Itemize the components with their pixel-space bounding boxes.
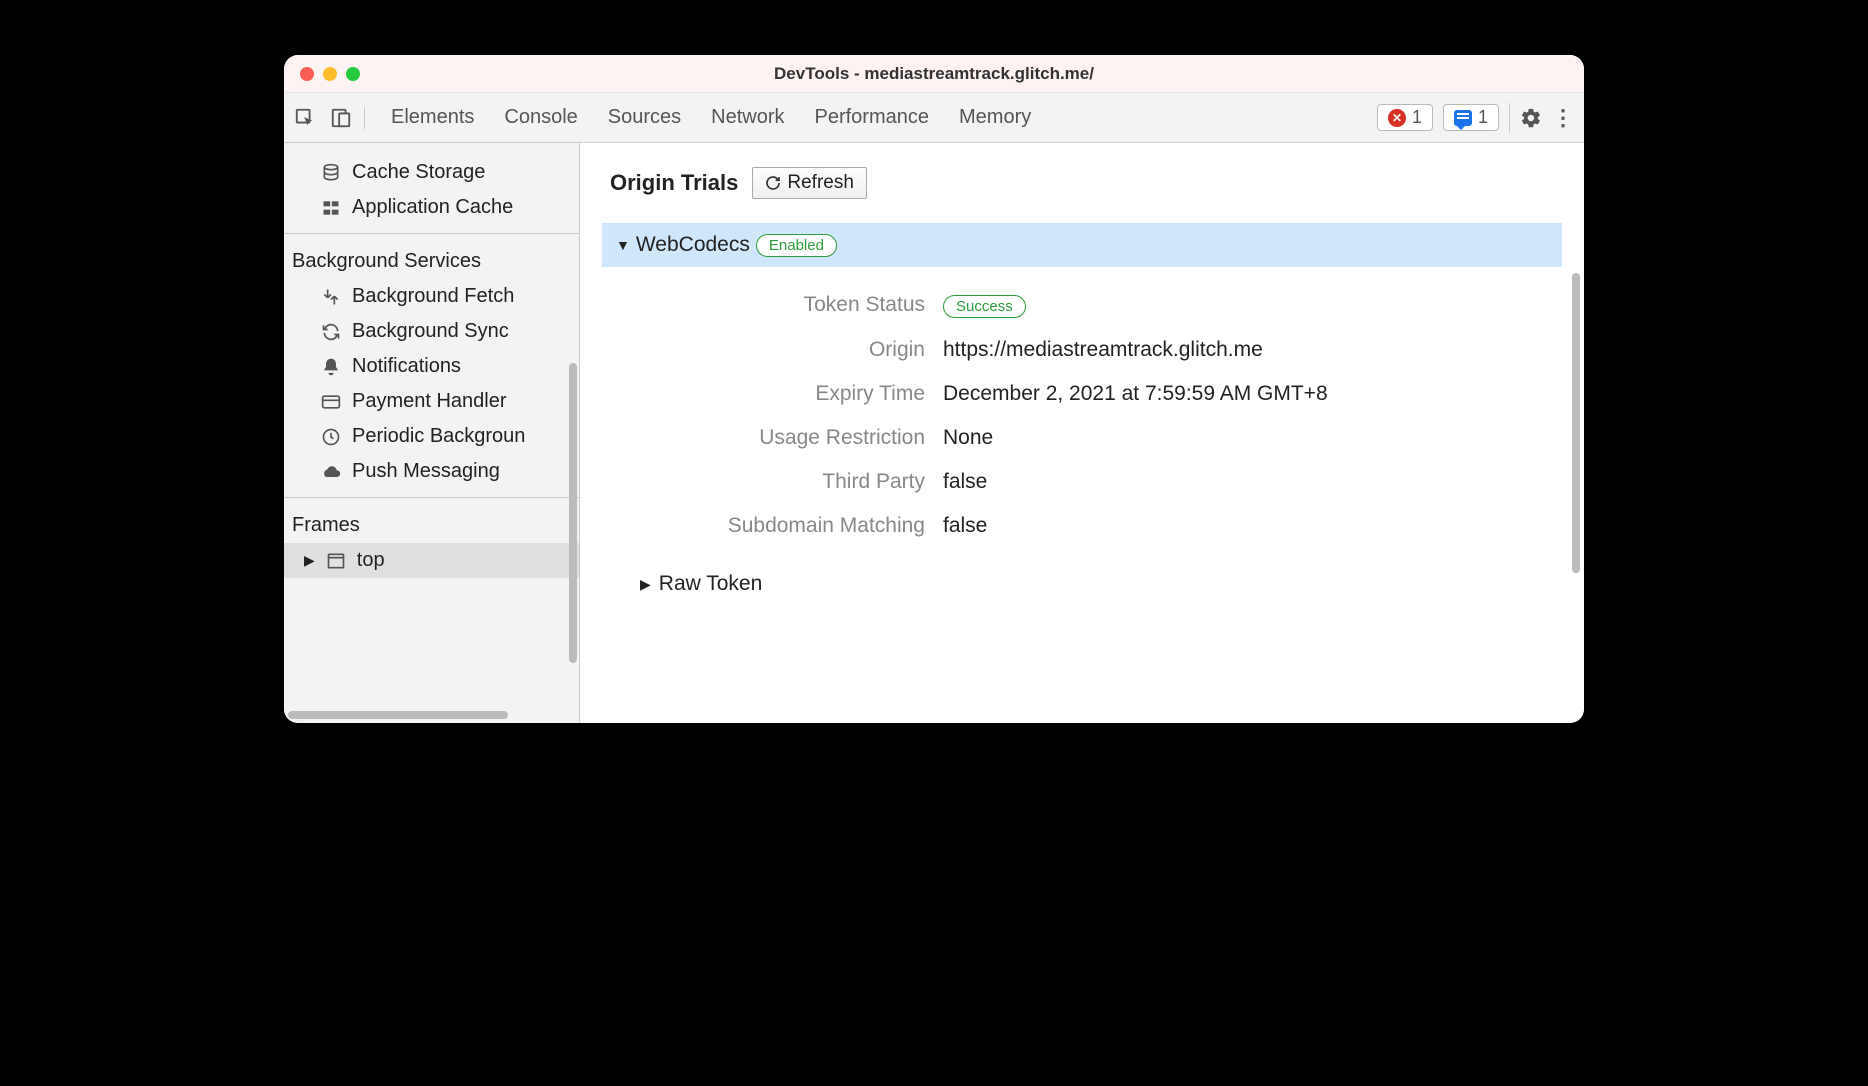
frame-label: top — [357, 549, 385, 572]
toolbar: Elements Console Sources Network Perform… — [284, 93, 1584, 143]
clock-icon — [320, 426, 342, 448]
device-toolbar-icon[interactable] — [330, 107, 352, 129]
application-sidebar: Cache Storage Application Cache Backgrou… — [284, 143, 580, 723]
value-third-party: false — [943, 470, 1554, 494]
label-origin: Origin — [640, 338, 925, 362]
tab-memory[interactable]: Memory — [959, 106, 1031, 129]
issue-count: 1 — [1478, 107, 1488, 128]
main-panel: Origin Trials Refresh ▼ WebCodecs Enable… — [580, 143, 1584, 723]
sidebar-label: Payment Handler — [352, 390, 507, 413]
tab-console[interactable]: Console — [504, 106, 577, 129]
sidebar-label: Notifications — [352, 355, 461, 378]
sidebar-scrollbar-vertical[interactable] — [569, 363, 577, 663]
sidebar-label: Cache Storage — [352, 161, 485, 184]
chevron-down-icon: ▼ — [616, 237, 630, 253]
trial-details-grid: Token Status Success Origin https://medi… — [610, 267, 1554, 564]
error-counter[interactable]: ✕ 1 — [1377, 104, 1433, 131]
chevron-right-icon: ▶ — [304, 552, 315, 569]
tab-sources[interactable]: Sources — [608, 106, 681, 129]
grid-icon — [320, 197, 342, 219]
titlebar: DevTools - mediastreamtrack.glitch.me/ — [284, 55, 1584, 93]
tab-elements[interactable]: Elements — [391, 106, 474, 129]
panel-tabs: Elements Console Sources Network Perform… — [375, 106, 1031, 129]
label-token-status: Token Status — [640, 293, 925, 318]
bell-icon — [320, 356, 342, 378]
success-badge: Success — [943, 295, 1026, 318]
label-third-party: Third Party — [640, 470, 925, 494]
inspect-element-icon[interactable] — [294, 107, 316, 129]
sidebar-label: Background Fetch — [352, 285, 514, 308]
trial-name: WebCodecs — [636, 233, 750, 257]
value-usage-restriction: None — [943, 426, 1554, 450]
raw-token-row[interactable]: ▶ Raw Token — [610, 572, 1554, 596]
trial-row-webcodecs[interactable]: ▼ WebCodecs Enabled — [602, 223, 1562, 267]
value-expiry-time: December 2, 2021 at 7:59:59 AM GMT+8 — [943, 382, 1554, 406]
label-subdomain-matching: Subdomain Matching — [640, 514, 925, 538]
sidebar-label: Background Sync — [352, 320, 509, 343]
more-icon[interactable]: ⋮ — [1552, 107, 1574, 129]
maximize-window-button[interactable] — [346, 67, 360, 81]
chevron-right-icon: ▶ — [640, 576, 651, 593]
database-icon — [320, 162, 342, 184]
frames-heading: Frames — [284, 508, 579, 543]
sidebar-item-application-cache[interactable]: Application Cache — [284, 190, 579, 225]
separator — [1509, 103, 1510, 133]
settings-icon[interactable] — [1520, 107, 1542, 129]
sidebar-item-background-fetch[interactable]: Background Fetch — [284, 279, 579, 314]
sidebar-item-notifications[interactable]: Notifications — [284, 349, 579, 384]
tab-performance[interactable]: Performance — [815, 106, 930, 129]
bg-services-heading: Background Services — [284, 244, 579, 279]
issue-icon — [1454, 110, 1472, 126]
window-title: DevTools - mediastreamtrack.glitch.me/ — [774, 64, 1094, 84]
fetch-icon — [320, 286, 342, 308]
frame-item-top[interactable]: ▶ top — [284, 543, 579, 578]
sidebar-item-cache-storage[interactable]: Cache Storage — [284, 155, 579, 190]
card-icon — [320, 391, 342, 413]
sidebar-item-push-messaging[interactable]: Push Messaging — [284, 454, 579, 489]
refresh-button[interactable]: Refresh — [752, 167, 867, 199]
enabled-badge: Enabled — [756, 234, 837, 257]
sidebar-item-background-sync[interactable]: Background Sync — [284, 314, 579, 349]
error-count: 1 — [1412, 107, 1422, 128]
label-expiry-time: Expiry Time — [640, 382, 925, 406]
traffic-lights — [300, 67, 360, 81]
sidebar-label: Push Messaging — [352, 460, 500, 483]
main-scrollbar-vertical[interactable] — [1572, 273, 1580, 573]
sidebar-item-payment-handler[interactable]: Payment Handler — [284, 384, 579, 419]
sidebar-scrollbar-horizontal[interactable] — [288, 711, 508, 719]
sync-icon — [320, 321, 342, 343]
refresh-label: Refresh — [787, 172, 854, 194]
sidebar-label: Application Cache — [352, 196, 513, 219]
value-origin: https://mediastreamtrack.glitch.me — [943, 338, 1554, 362]
issue-counter[interactable]: 1 — [1443, 104, 1499, 131]
sidebar-label: Periodic Backgroun — [352, 425, 525, 448]
raw-token-label: Raw Token — [659, 572, 763, 596]
minimize-window-button[interactable] — [323, 67, 337, 81]
origin-trials-heading: Origin Trials — [610, 170, 738, 196]
sidebar-item-periodic-bg-sync[interactable]: Periodic Backgroun — [284, 419, 579, 454]
frame-icon — [325, 550, 347, 572]
close-window-button[interactable] — [300, 67, 314, 81]
cloud-icon — [320, 461, 342, 483]
label-usage-restriction: Usage Restriction — [640, 426, 925, 450]
devtools-window: DevTools - mediastreamtrack.glitch.me/ E… — [284, 55, 1584, 723]
value-subdomain-matching: false — [943, 514, 1554, 538]
tab-network[interactable]: Network — [711, 106, 784, 129]
error-icon: ✕ — [1388, 109, 1406, 127]
